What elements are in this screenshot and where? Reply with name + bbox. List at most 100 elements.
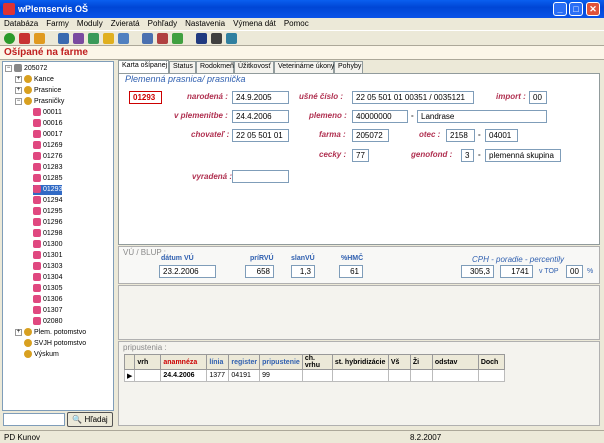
menu-zvierata[interactable]: Zvieratá xyxy=(107,18,144,30)
col-odstav[interactable]: odstav xyxy=(431,354,479,370)
tree-item[interactable]: 00011 xyxy=(33,108,62,118)
tree-item[interactable]: 00016 xyxy=(33,119,62,129)
cell-zi[interactable] xyxy=(409,369,433,382)
tree-item[interactable]: 00017 xyxy=(33,130,62,140)
search-input[interactable] xyxy=(3,413,65,426)
cell-vrh[interactable] xyxy=(134,369,162,382)
expand-icon[interactable]: + xyxy=(15,328,22,336)
tree-group[interactable]: + Kance xyxy=(15,75,54,85)
cell-register[interactable]: 04191 xyxy=(228,369,261,382)
vyradena-field[interactable] xyxy=(232,170,289,183)
plemenitbe-field[interactable]: 24.4.2006 xyxy=(232,110,289,123)
menu-databaza[interactable]: Databáza xyxy=(0,18,42,30)
tab-status[interactable]: Status xyxy=(169,61,196,73)
tab-veterinarne[interactable]: Veterinárne úkony xyxy=(274,61,334,73)
graph-icon[interactable] xyxy=(172,33,183,44)
col-zi[interactable]: Ži xyxy=(409,354,433,370)
farm-tree[interactable]: −205072 + Kance + Prasnice − Prasničky 00011 000… xyxy=(2,61,114,411)
col-register[interactable]: register xyxy=(228,354,261,370)
print-icon[interactable] xyxy=(58,33,69,44)
tree-item[interactable]: 01296 xyxy=(33,218,62,228)
expand-icon[interactable]: + xyxy=(15,86,22,94)
chovatel-field[interactable]: 22 05 501 01 xyxy=(232,129,289,142)
priru-field[interactable]: 658 xyxy=(245,265,274,278)
col-pripustenie[interactable]: pripustenie xyxy=(259,354,303,370)
edit-icon[interactable] xyxy=(73,33,84,44)
tab-pohyby[interactable]: Pohyby xyxy=(334,61,363,73)
expand-icon[interactable]: − xyxy=(15,97,22,105)
slanvu-field[interactable]: 1,3 xyxy=(291,265,315,278)
farma-field[interactable]: 205072 xyxy=(352,129,389,142)
cell-doch[interactable] xyxy=(477,369,505,382)
tree-item[interactable]: 01269 xyxy=(33,141,62,151)
cell-pripustenie[interactable]: 99 xyxy=(259,369,303,382)
save-icon[interactable] xyxy=(196,33,207,44)
cell-anamneza[interactable]: 24.4.2006 xyxy=(160,369,208,382)
cell-odstav[interactable] xyxy=(431,369,479,382)
genofond-name-field[interactable]: plemenná skupina xyxy=(485,149,561,162)
window-icon[interactable] xyxy=(118,33,129,44)
genofond-field[interactable]: 3 xyxy=(461,149,474,162)
col-vs[interactable]: Vš xyxy=(387,354,411,370)
chart-icon[interactable] xyxy=(157,33,168,44)
cecky-field[interactable]: 77 xyxy=(352,149,369,162)
otec-field-2[interactable]: 04001 xyxy=(485,129,518,142)
col-anamneza[interactable]: anamnéza xyxy=(160,354,208,370)
cph-field[interactable]: 305,3 xyxy=(461,265,494,278)
menu-pohlady[interactable]: Pohľady xyxy=(144,18,181,30)
tab-uzitkovost[interactable]: Úžitkovosť xyxy=(234,61,274,73)
cell-vs[interactable] xyxy=(387,369,411,382)
network-icon[interactable] xyxy=(226,33,237,44)
tree-bottom-item[interactable]: SVJH potomstvo xyxy=(15,339,86,349)
vtop-field[interactable]: 00 xyxy=(566,265,583,278)
pripustenia-grid[interactable]: vrh anamnéza línia register pripustenie … xyxy=(123,354,505,382)
hmc-field[interactable]: 61 xyxy=(339,265,363,278)
narodena-field[interactable]: 24.9.2005 xyxy=(232,91,289,104)
poradie-field[interactable]: 1741 xyxy=(500,265,533,278)
tree-item[interactable]: 01293 xyxy=(33,185,63,195)
tree-item[interactable]: 01283 xyxy=(33,163,62,173)
tree-item[interactable]: 02080 xyxy=(33,317,62,327)
collapse-icon[interactable]: − xyxy=(5,64,12,72)
cell-hybridizacie[interactable] xyxy=(331,369,389,382)
tab-karta[interactable]: Karta ošípanej xyxy=(118,60,169,73)
tree-group[interactable]: + Prasnice xyxy=(15,86,61,96)
tree-item[interactable]: 01301 xyxy=(33,251,62,261)
search-button[interactable]: 🔍 Hľadaj xyxy=(67,412,113,427)
tree-item[interactable]: 01285 xyxy=(33,174,62,184)
up-icon[interactable] xyxy=(88,33,99,44)
expand-icon[interactable]: + xyxy=(15,75,22,83)
menu-moduly[interactable]: Moduly xyxy=(73,18,107,30)
cell-linia[interactable]: 1377 xyxy=(206,369,230,382)
otec-field-1[interactable]: 2158 xyxy=(446,129,475,142)
ok-icon[interactable] xyxy=(4,33,15,44)
usne-field[interactable]: 22 05 501 01 00351 / 0035121 xyxy=(352,91,474,104)
cancel-icon[interactable] xyxy=(19,33,30,44)
menu-farmy[interactable]: Farmy xyxy=(42,18,73,30)
menu-vymena-dat[interactable]: Výmena dát xyxy=(229,18,280,30)
tree-item[interactable]: 01307 xyxy=(33,306,62,316)
tree-bottom-item[interactable]: + Plem. potomstvo xyxy=(15,328,86,338)
star-icon[interactable] xyxy=(34,33,45,44)
tree-item[interactable]: 01303 xyxy=(33,262,62,272)
col-doch[interactable]: Doch xyxy=(477,354,505,370)
tools-icon[interactable] xyxy=(211,33,222,44)
tree-item[interactable]: 01276 xyxy=(33,152,62,162)
tree-item[interactable]: 01305 xyxy=(33,284,62,294)
col-linia[interactable]: línia xyxy=(206,354,230,370)
tree-item[interactable]: 01300 xyxy=(33,240,62,250)
minimize-button[interactable]: _ xyxy=(553,2,567,16)
datum-vu-field[interactable]: 23.2.2006 xyxy=(159,265,216,278)
cell-ch-vrhu[interactable] xyxy=(301,369,333,382)
maximize-button[interactable]: □ xyxy=(569,2,583,16)
tree-bottom-item[interactable]: Výskum xyxy=(15,350,59,360)
close-button[interactable]: ✕ xyxy=(586,2,600,16)
table-row[interactable]: ▶ 24.4.2006 1377 04191 99 xyxy=(123,369,505,382)
tree-item[interactable]: 01298 xyxy=(33,229,62,239)
import-field[interactable]: 00 xyxy=(529,91,547,104)
menu-nastavenia[interactable]: Nastavenia xyxy=(181,18,229,30)
menu-pomoc[interactable]: Pomoc xyxy=(280,18,313,30)
tree-root[interactable]: − 205072 xyxy=(5,64,47,74)
tree-item[interactable]: 01306 xyxy=(33,295,62,305)
tree-item[interactable]: 01304 xyxy=(33,273,62,283)
